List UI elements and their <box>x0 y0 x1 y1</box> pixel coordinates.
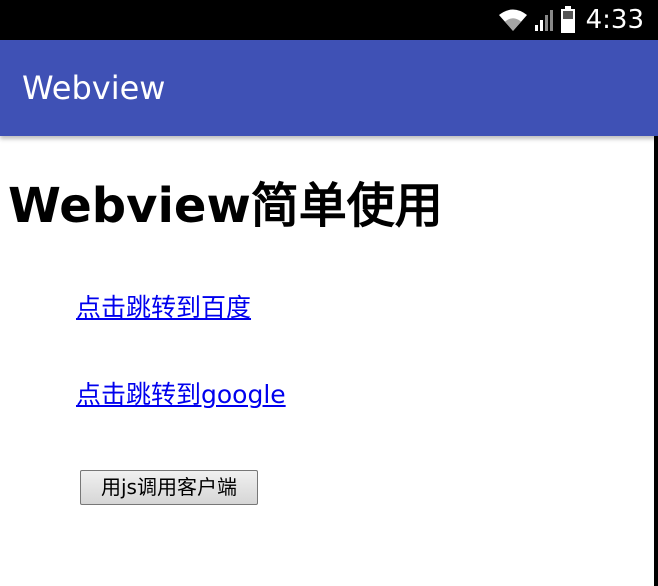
baidu-link[interactable]: 点击跳转到百度 <box>76 292 251 324</box>
cellular-signal-icon <box>534 8 554 32</box>
battery-icon <box>560 6 576 34</box>
app-title: Webview <box>22 69 166 107</box>
google-link[interactable]: 点击跳转到google <box>76 379 286 411</box>
wifi-icon <box>498 7 528 33</box>
status-time: 4:33 <box>585 5 644 35</box>
app-bar: Webview <box>0 40 658 136</box>
call-client-button[interactable]: 用js调用客户端 <box>80 470 258 505</box>
status-icons: 4:33 <box>498 0 644 40</box>
status-bar: 4:33 <box>0 0 658 40</box>
page-heading: Webview简单使用 <box>8 178 443 234</box>
webview-content[interactable]: Webview简单使用 点击跳转到百度 点击跳转到google 用js调用客户端 <box>0 136 658 586</box>
